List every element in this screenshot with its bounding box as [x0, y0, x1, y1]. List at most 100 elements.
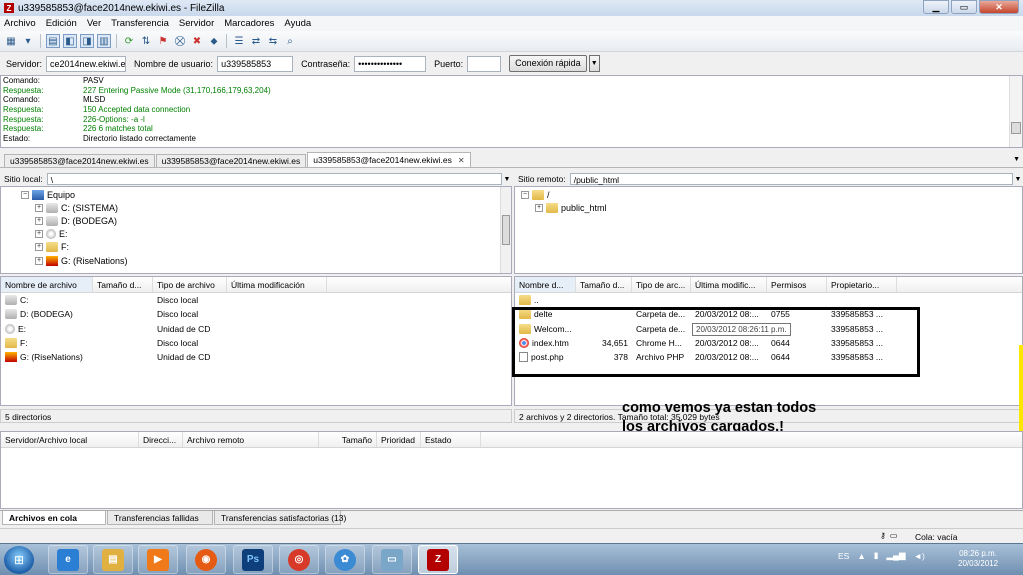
taskbar-firefox[interactable]: ◉ [186, 545, 226, 574]
local-path-input[interactable]: \ [46, 173, 502, 185]
dropdown-icon[interactable]: ▾ [21, 34, 35, 48]
remote-path-dropdown-icon[interactable]: ▼ [1013, 176, 1023, 183]
column-header-status[interactable]: Estado [421, 432, 481, 447]
filter-icon[interactable]: ☰ [232, 34, 246, 48]
site-manager-icon[interactable]: ▦ [4, 34, 18, 48]
local-tree-scrollbar[interactable] [500, 187, 511, 273]
taskbar-file-explorer[interactable]: ▤ [93, 545, 133, 574]
taskbar-chrome[interactable]: ◎ [279, 545, 319, 574]
column-header-size[interactable]: Tamaño d... [576, 277, 632, 292]
column-header-remote-file[interactable]: Archivo remoto [183, 432, 319, 447]
menu-marcadores[interactable]: Marcadores [224, 18, 274, 29]
table-row[interactable]: F: Disco local [1, 336, 511, 350]
collapse-icon[interactable]: − [521, 191, 529, 199]
taskbar-filezilla[interactable]: Z [418, 545, 458, 574]
process-queue-icon[interactable]: ⇅ [139, 34, 153, 48]
toggle-log-icon[interactable]: ▤ [46, 34, 60, 48]
tab-failed-transfers[interactable]: Transferencias fallidas [107, 511, 213, 525]
close-icon[interactable]: ✕ [979, 0, 1019, 14]
tree-node-public-html[interactable]: + public_html [535, 202, 607, 214]
remote-path-input[interactable]: /public_html [569, 173, 1013, 185]
column-header-priority[interactable]: Prioridad [377, 432, 421, 447]
tree-node-drive-e[interactable]: + E: [35, 228, 68, 240]
menu-transferencia[interactable]: Transferencia [111, 18, 169, 29]
column-header-size[interactable]: Tamaño [319, 432, 377, 447]
clock[interactable]: 08:26 p.m. 20/03/2012 [958, 549, 998, 569]
server-input[interactable]: ce2014new.ekiwi.es [46, 55, 127, 72]
expand-icon[interactable]: + [35, 204, 43, 212]
tree-node-drive-g[interactable]: + G: (RiseNations) [35, 255, 128, 267]
sync-browsing-icon[interactable]: ⇆ [266, 34, 280, 48]
tree-node-root[interactable]: − / [521, 189, 550, 201]
column-header-filename[interactable]: Nombre d... [515, 277, 576, 292]
tab-connection-1[interactable]: u339585853@face2014new.ekiwi.es [4, 154, 155, 167]
taskbar-messenger[interactable]: ✿ [325, 545, 365, 574]
tab-connection-3[interactable]: u339585853@face2014new.ekiwi.es ✕ [307, 152, 471, 167]
column-header-local-file[interactable]: Servidor/Archivo local [1, 432, 139, 447]
table-row[interactable]: C: Disco local [1, 293, 511, 307]
scroll-thumb[interactable] [502, 215, 510, 245]
menu-edicion[interactable]: Edición [46, 18, 77, 29]
table-row[interactable]: E: Unidad de CD [1, 322, 511, 336]
volume-icon[interactable]: ◄) [914, 551, 925, 561]
expand-icon[interactable]: + [35, 217, 43, 225]
signal-icon[interactable]: ▂▄▆ [886, 550, 905, 561]
column-header-size[interactable]: Tamaño d... [93, 277, 153, 292]
taskbar-internet-explorer[interactable]: e [48, 545, 88, 574]
tab-queued-files[interactable]: Archivos en cola [2, 511, 106, 525]
table-row[interactable]: G: (RiseNations) Unidad de CD [1, 350, 511, 364]
maximize-icon[interactable]: ▭ [951, 0, 977, 14]
expand-icon[interactable]: + [535, 204, 543, 212]
menu-servidor[interactable]: Servidor [179, 18, 214, 29]
taskbar-media-player[interactable]: ▶ [138, 545, 178, 574]
column-header-permissions[interactable]: Permisos [767, 277, 827, 292]
quickconnect-history-dropdown[interactable]: ▼ [588, 55, 600, 72]
message-log[interactable]: Comando: PASV Respuesta: 227 Entering Pass… [0, 75, 1023, 148]
expand-icon[interactable]: + [35, 243, 43, 251]
column-header-modified[interactable]: Última modific... [691, 277, 767, 292]
column-header-filename[interactable]: Nombre de archivo [1, 277, 93, 292]
refresh-icon[interactable]: ⟳ [122, 34, 136, 48]
tab-connection-2[interactable]: u339585853@face2014new.ekiwi.es [155, 154, 307, 167]
language-indicator[interactable]: ES [838, 551, 849, 561]
stop-icon[interactable]: ⬥ [207, 34, 221, 48]
log-scroll-thumb[interactable] [1011, 122, 1021, 134]
menu-ver[interactable]: Ver [87, 18, 101, 29]
cancel-operation-icon[interactable]: ⚑ [156, 34, 170, 48]
compare-directories-icon[interactable]: ⇄ [249, 34, 263, 48]
close-tab-icon[interactable]: ✕ [458, 156, 465, 165]
username-input[interactable]: u339585853 [217, 55, 294, 72]
port-input[interactable] [467, 55, 502, 72]
column-header-direction[interactable]: Direcci... [139, 432, 183, 447]
start-button[interactable]: ⊞ [4, 546, 34, 574]
password-input[interactable]: •••••••••••••• [354, 55, 427, 72]
table-row[interactable]: .. [515, 293, 1022, 307]
log-scrollbar[interactable] [1009, 76, 1022, 147]
toggle-remote-tree-icon[interactable]: ◨ [80, 34, 94, 48]
column-header-type[interactable]: Tipo de arc... [632, 277, 691, 292]
expand-icon[interactable]: + [35, 257, 43, 265]
tree-node-equipo[interactable]: − Equipo [21, 189, 75, 201]
disconnect-icon[interactable]: ⛒ [173, 34, 187, 48]
column-header-modified[interactable]: Última modificación [227, 277, 327, 292]
expand-icon[interactable]: + [35, 230, 43, 238]
tree-node-drive-d[interactable]: + D: (BODEGA) [35, 215, 117, 227]
minimize-icon[interactable]: ▁ [923, 0, 949, 14]
table-row[interactable]: D: (BODEGA) Disco local [1, 307, 511, 321]
tree-node-drive-f[interactable]: + F: [35, 241, 69, 253]
local-path-dropdown-icon[interactable]: ▼ [502, 176, 512, 183]
taskbar-photoshop[interactable]: Ps [233, 545, 273, 574]
tab-successful-transfers[interactable]: Transferencias satisfactorias (13) [214, 511, 346, 525]
collapse-icon[interactable]: − [21, 191, 29, 199]
column-header-type[interactable]: Tipo de archivo [153, 277, 227, 292]
toggle-local-tree-icon[interactable]: ◧ [63, 34, 77, 48]
search-icon[interactable]: ⌕ [283, 34, 297, 48]
menu-archivo[interactable]: Archivo [4, 18, 36, 29]
menu-ayuda[interactable]: Ayuda [284, 18, 311, 29]
tabs-dropdown-icon[interactable]: ▼ [1013, 156, 1020, 163]
reconnect-icon[interactable]: ✖ [190, 34, 204, 48]
quickconnect-button[interactable]: Conexión rápida [509, 55, 587, 72]
toggle-queue-icon[interactable]: ▥ [97, 34, 111, 48]
show-hidden-icons-icon[interactable]: ▲ [857, 551, 865, 561]
tree-node-drive-c[interactable]: + C: (SISTEMA) [35, 202, 118, 214]
